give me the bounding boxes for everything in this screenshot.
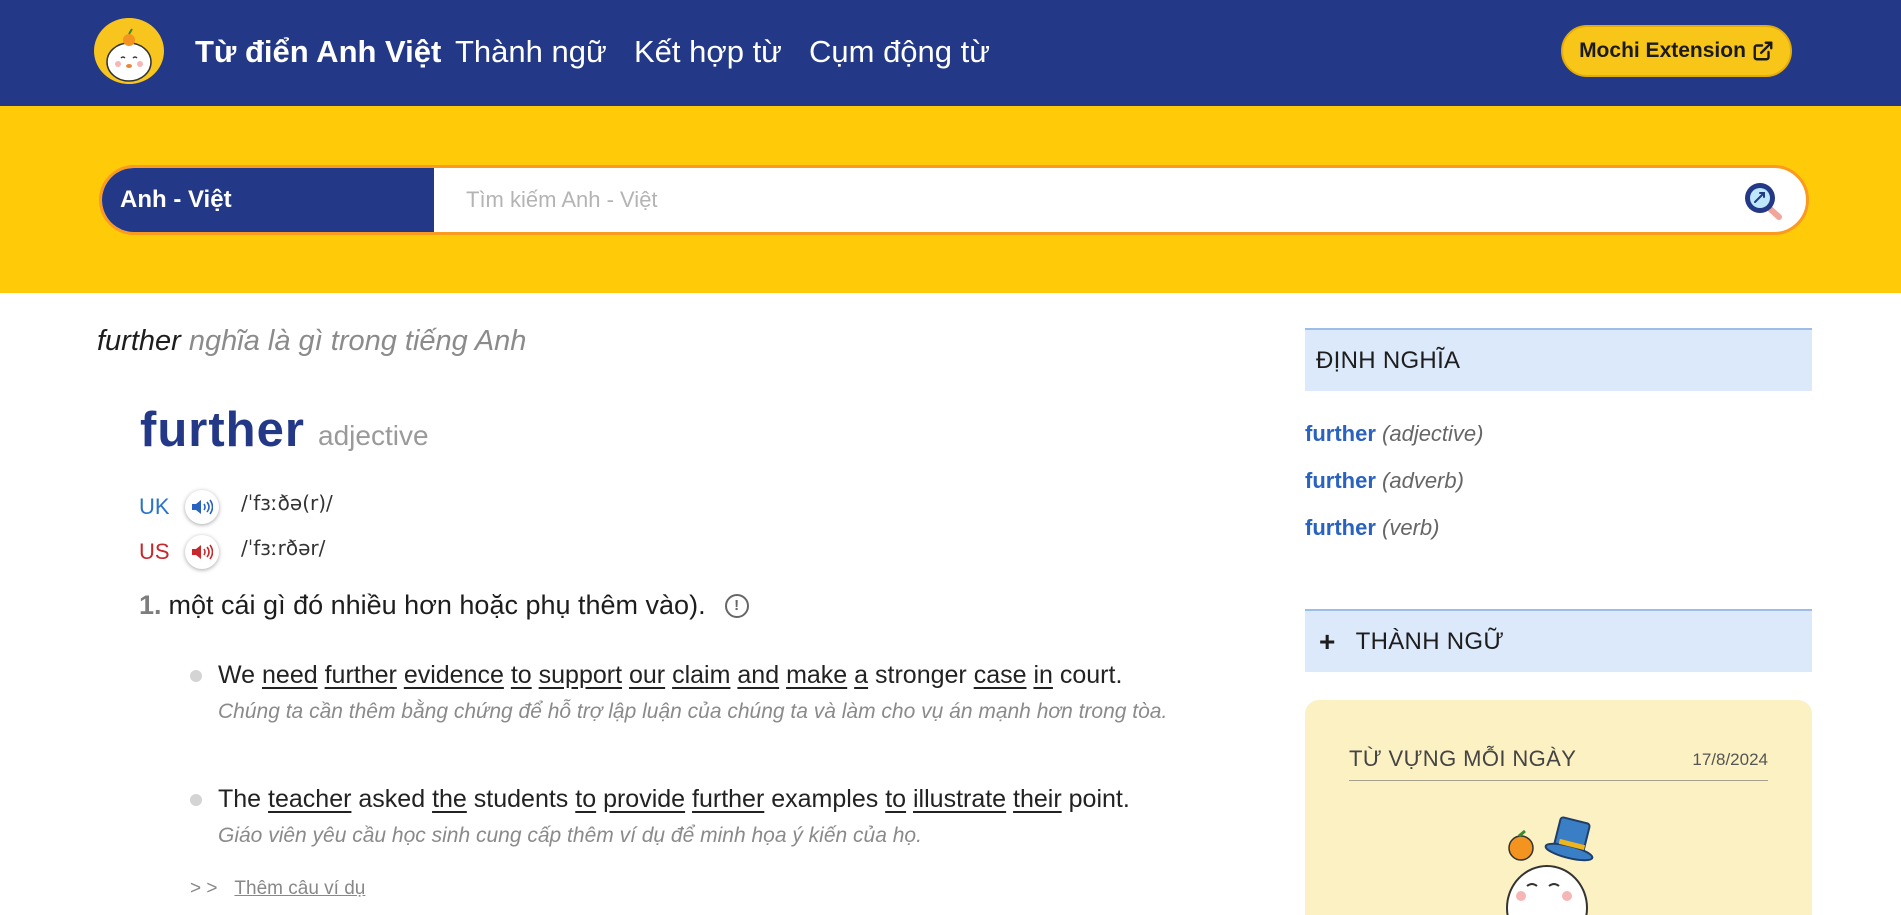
- example-sentence-en: The teacher asked the students to provid…: [218, 782, 1228, 816]
- example-word-link[interactable]: case: [974, 661, 1027, 689]
- ipa-uk: /ˈfɜːðə(r)/: [241, 491, 333, 515]
- example-word-link[interactable]: a: [854, 661, 868, 689]
- search-bar: Anh - Việt: [99, 165, 1809, 235]
- mochi-logo-icon[interactable]: [94, 18, 164, 84]
- top-navigation-bar: Từ điển Anh Việt Thành ngữ Kết hợp từ Cụ…: [0, 0, 1901, 106]
- definition-link-word: further: [1305, 468, 1376, 493]
- speaker-icon[interactable]: [185, 535, 219, 569]
- extension-button-label: Mochi Extension: [1579, 39, 1746, 62]
- nav-phrasal-verbs[interactable]: Cụm động từ: [809, 30, 990, 74]
- example-word-link[interactable]: the: [432, 785, 467, 813]
- sense-definition: 1. một cái gì đó nhiều hơn hoặc phụ thêm…: [139, 590, 749, 621]
- definitions-panel-header: ĐỊNH NGHĨA: [1305, 328, 1812, 391]
- sense-number: 1.: [139, 590, 162, 620]
- example-word-link[interactable]: illustrate: [913, 785, 1006, 813]
- example-word-link[interactable]: teacher: [268, 785, 351, 813]
- example-word: stronger: [875, 661, 967, 689]
- example-word-link[interactable]: evidence: [404, 661, 504, 689]
- more-examples-link[interactable]: Thêm câu ví dụ: [234, 878, 365, 899]
- example-word-link[interactable]: and: [737, 661, 779, 689]
- definition-link-word: further: [1305, 515, 1376, 540]
- definition-link-verb[interactable]: further (verb): [1305, 515, 1439, 541]
- definition-link-adverb[interactable]: further (adverb): [1305, 468, 1464, 494]
- word-of-the-day-card: TỪ VỰNG MỖI NGÀY 17/8/2024: [1305, 700, 1812, 915]
- pronunciation-uk: UK /ˈfɜːðə(r)/: [139, 489, 333, 525]
- part-of-speech: adjective: [318, 420, 429, 451]
- definition-link-pos: (adjective): [1382, 421, 1484, 446]
- plus-icon: +: [1319, 625, 1336, 657]
- example-word: point.: [1068, 785, 1130, 813]
- definition-link-pos: (verb): [1382, 515, 1440, 540]
- example-word-link[interactable]: further: [325, 661, 397, 689]
- example-word: students: [473, 785, 569, 813]
- example-word-link[interactable]: to: [575, 785, 596, 813]
- example-word: The: [218, 785, 262, 813]
- pronunciation-label-uk: UK: [139, 494, 170, 519]
- example-word-link[interactable]: in: [1033, 661, 1052, 689]
- info-icon[interactable]: !: [724, 593, 749, 618]
- divider: [1349, 780, 1768, 781]
- mascot-with-top-hat-icon: [1491, 808, 1611, 915]
- headword: further: [140, 403, 305, 457]
- example-word-link[interactable]: to: [885, 785, 906, 813]
- external-link-icon: [1753, 41, 1773, 61]
- example-word-link[interactable]: further: [692, 785, 764, 813]
- nav-collocations[interactable]: Kết hợp từ: [634, 30, 782, 74]
- example-item: We need further evidence to support our …: [190, 658, 1228, 726]
- search-icon[interactable]: [1740, 179, 1784, 223]
- example-word-link[interactable]: their: [1013, 785, 1062, 813]
- example-word-link[interactable]: make: [786, 661, 847, 689]
- example-word-link[interactable]: claim: [672, 661, 730, 689]
- search-input[interactable]: [434, 168, 1744, 232]
- nav-home-dictionary[interactable]: Từ điển Anh Việt: [195, 30, 441, 74]
- sense-text: một cái gì đó nhiều hơn hoặc phụ thêm và…: [168, 590, 706, 620]
- definition-link-pos: (adverb): [1382, 468, 1464, 493]
- definition-link-adjective[interactable]: further (adjective): [1305, 421, 1484, 447]
- definition-link-word: further: [1305, 421, 1376, 446]
- example-word: We: [218, 661, 256, 689]
- search-band: Anh - Việt: [0, 106, 1901, 293]
- example-word: examples: [771, 785, 879, 813]
- page-question: further nghĩa là gì trong tiếng Anh: [97, 325, 526, 358]
- pronunciation-label-us: US: [139, 539, 170, 564]
- more-arrows: > >: [190, 878, 218, 899]
- example-translation-vi: Giáo viên yêu cầu học sinh cung cấp thêm…: [218, 824, 922, 847]
- bullet-dot: [190, 794, 202, 806]
- ipa-us: /ˈfɜːrðər/: [241, 536, 326, 560]
- word-of-the-day-title: TỪ VỰNG MỖI NGÀY: [1349, 746, 1577, 771]
- bullet-dot: [190, 670, 202, 682]
- example-word-link[interactable]: to: [511, 661, 532, 689]
- more-examples: > > Thêm câu ví dụ: [190, 878, 365, 900]
- nav-idioms[interactable]: Thành ngữ: [455, 30, 607, 74]
- mochi-extension-button[interactable]: Mochi Extension: [1561, 25, 1792, 77]
- question-text: nghĩa là gì trong tiếng Anh: [180, 325, 527, 357]
- language-toggle[interactable]: Anh - Việt: [102, 168, 434, 232]
- example-word-link[interactable]: support: [539, 661, 622, 689]
- idioms-panel-title: THÀNH NGỮ: [1355, 627, 1505, 655]
- example-word: asked: [358, 785, 426, 813]
- pronunciation-us: US /ˈfɜːrðər/: [139, 534, 325, 570]
- example-item: The teacher asked the students to provid…: [190, 782, 1228, 850]
- example-word-link[interactable]: provide: [603, 785, 685, 813]
- example-translation-vi: Chúng ta cần thêm bằng chứng để hỗ trợ l…: [218, 700, 1168, 723]
- example-word: court.: [1059, 661, 1123, 689]
- example-word-link[interactable]: need: [262, 661, 318, 689]
- speaker-icon[interactable]: [185, 490, 219, 524]
- example-sentence-en: We need further evidence to support our …: [218, 658, 1228, 692]
- question-word: further: [97, 325, 181, 357]
- word-of-the-day-date: 17/8/2024: [1692, 750, 1768, 769]
- example-word-link[interactable]: our: [629, 661, 665, 689]
- idioms-panel-toggle[interactable]: + THÀNH NGỮ: [1305, 609, 1812, 672]
